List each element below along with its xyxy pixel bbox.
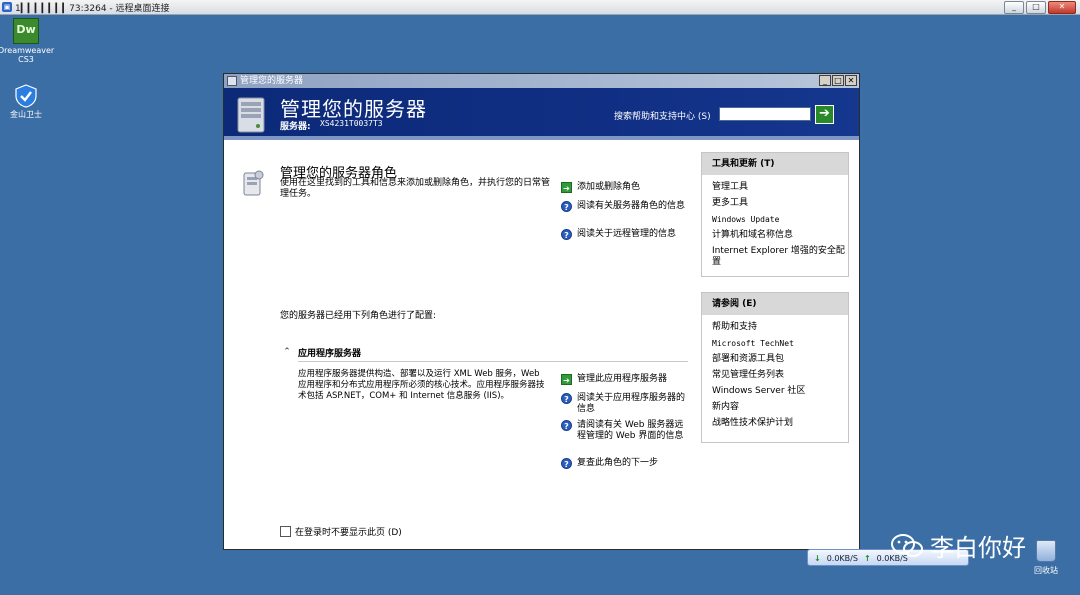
- rdp-title-bar[interactable]: ▣ 1▎▎▎▎▎▎▎73:3264 - 远程桌面连接 _ □ ✕: [0, 0, 1080, 15]
- recycle-bin-icon: [1036, 540, 1056, 562]
- close-button[interactable]: ✕: [845, 75, 857, 86]
- help-icon: ?: [561, 393, 572, 404]
- add-remove-role-link[interactable]: ➔ 添加或删除角色: [561, 182, 686, 193]
- dreamweaver-icon: Dw: [13, 18, 39, 44]
- wechat-icon: [891, 533, 923, 557]
- next-steps-link[interactable]: ? 复查此角色的下一步: [561, 458, 686, 469]
- link-ie-esc[interactable]: Internet Explorer 增强的安全配置: [712, 246, 848, 268]
- minimize-button[interactable]: _: [819, 75, 831, 86]
- desktop-icon-jinshan[interactable]: 金山卫士: [0, 84, 54, 119]
- see-also-panel: 请参阅 (E) 帮助和支持 Microsoft TechNet 部署和资源工具包…: [701, 292, 849, 443]
- tools-updates-panel: 工具和更新 (T) 管理工具 更多工具 Windows Update 计算机和域…: [701, 152, 849, 277]
- rdp-window-title: 1▎▎▎▎▎▎▎73:3264 - 远程桌面连接: [15, 3, 170, 14]
- link-windows-update[interactable]: Windows Update: [712, 214, 848, 225]
- link-computer-domain-info[interactable]: 计算机和域名称信息: [712, 230, 848, 241]
- watermark: 李白你好: [890, 528, 1026, 563]
- panel-header: 请参阅 (E): [702, 293, 848, 315]
- green-arrow-icon: ➔: [561, 182, 572, 193]
- help-icon: ?: [561, 420, 572, 431]
- collapse-chevron-icon[interactable]: ⌃: [282, 347, 292, 357]
- desktop-icon-recycle-bin[interactable]: 回收站: [1026, 540, 1066, 576]
- window-title-bar[interactable]: 管理您的服务器 _ □ ✕: [224, 74, 859, 88]
- download-arrow-icon: ↓: [814, 554, 821, 563]
- server-roles-icon: [243, 170, 264, 196]
- role-description: 应用程序服务器提供构造、部署以及运行 XML Web 服务，Web 应用程序和分…: [298, 369, 545, 401]
- watermark-text: 李白你好: [930, 534, 1026, 562]
- rdp-minimize-button[interactable]: _: [1004, 1, 1024, 14]
- desktop-icon-dreamweaver[interactable]: Dw Dreamweaver CS3: [0, 18, 54, 64]
- read-remote-admin-link[interactable]: ? 阅读关于远程管理的信息: [561, 229, 686, 240]
- rdp-close-button[interactable]: ✕: [1048, 1, 1076, 14]
- panel-header: 工具和更新 (T): [702, 153, 848, 175]
- maximize-button[interactable]: □: [832, 75, 844, 86]
- desktop-icon-label: Dreamweaver CS3: [0, 46, 55, 64]
- checkbox[interactable]: [280, 526, 291, 537]
- help-icon: ?: [561, 229, 572, 240]
- link-server-community[interactable]: Windows Server 社区: [712, 386, 848, 397]
- remote-desktop-icon: ▣: [2, 2, 12, 12]
- header-banner: 管理您的服务器 服务器: XS4231T0037T3 搜索帮助和支持中心 (S)…: [224, 88, 859, 140]
- window-app-icon: [227, 76, 237, 86]
- search-go-button[interactable]: ➔: [815, 105, 834, 124]
- link-technet[interactable]: Microsoft TechNet: [712, 338, 848, 349]
- green-arrow-icon: ➔: [561, 374, 572, 385]
- search-label: 搜索帮助和支持中心 (S): [614, 112, 711, 122]
- rdp-maximize-button[interactable]: □: [1026, 1, 1046, 14]
- link-common-tasks[interactable]: 常见管理任务列表: [712, 370, 848, 381]
- roles-description: 使用在这里找到的工具和信息来添加或删除角色，并执行您的日常管理任务。: [280, 178, 551, 199]
- download-speed: 0.0KB/S: [826, 554, 858, 563]
- desktop-icon-label: 回收站: [1034, 566, 1058, 575]
- server-label: 服务器:: [280, 122, 311, 132]
- page-title: 管理您的服务器: [280, 97, 427, 121]
- desktop-icon-label: 金山卫士: [10, 110, 42, 119]
- server-icon: [237, 97, 265, 133]
- shield-icon: [14, 84, 38, 108]
- main-content: 管理您的服务器角色 使用在这里找到的工具和信息来添加或删除角色，并执行您的日常管…: [224, 140, 861, 549]
- role-divider: [298, 361, 688, 362]
- link-whats-new[interactable]: 新内容: [712, 402, 848, 413]
- upload-arrow-icon: ↑: [863, 554, 871, 563]
- read-web-admin-link[interactable]: ? 请阅读有关 Web 服务器远程管理的 Web 界面的信息: [561, 420, 686, 442]
- help-icon: ?: [561, 458, 572, 469]
- window-title: 管理您的服务器: [240, 76, 304, 86]
- configured-roles-text: 您的服务器已经用下列角色进行了配置:: [280, 311, 437, 321]
- search-input[interactable]: [719, 107, 811, 121]
- help-icon: ?: [561, 201, 572, 212]
- role-title: 应用程序服务器: [298, 349, 362, 359]
- read-server-roles-link[interactable]: ? 阅读有关服务器角色的信息: [561, 201, 686, 212]
- manage-server-window: 管理您的服务器 _ □ ✕ 管理您的服务器 服务器: XS4231T0037T3…: [223, 73, 860, 550]
- server-name: XS4231T0037T3: [320, 119, 383, 128]
- link-admin-tools[interactable]: 管理工具: [712, 182, 848, 193]
- dont-show-label: 在登录时不要显示此页 (D): [295, 528, 402, 538]
- read-app-server-link[interactable]: ? 阅读关于应用程序服务器的信息: [561, 393, 686, 415]
- link-help-support[interactable]: 帮助和支持: [712, 322, 848, 333]
- manage-app-server-link[interactable]: ➔ 管理此应用程序服务器: [561, 374, 686, 385]
- link-more-tools[interactable]: 更多工具: [712, 198, 848, 209]
- dont-show-checkbox[interactable]: 在登录时不要显示此页 (D): [280, 525, 402, 538]
- link-resource-kit[interactable]: 部署和资源工具包: [712, 354, 848, 365]
- link-security-program[interactable]: 战略性技术保护计划: [712, 418, 848, 429]
